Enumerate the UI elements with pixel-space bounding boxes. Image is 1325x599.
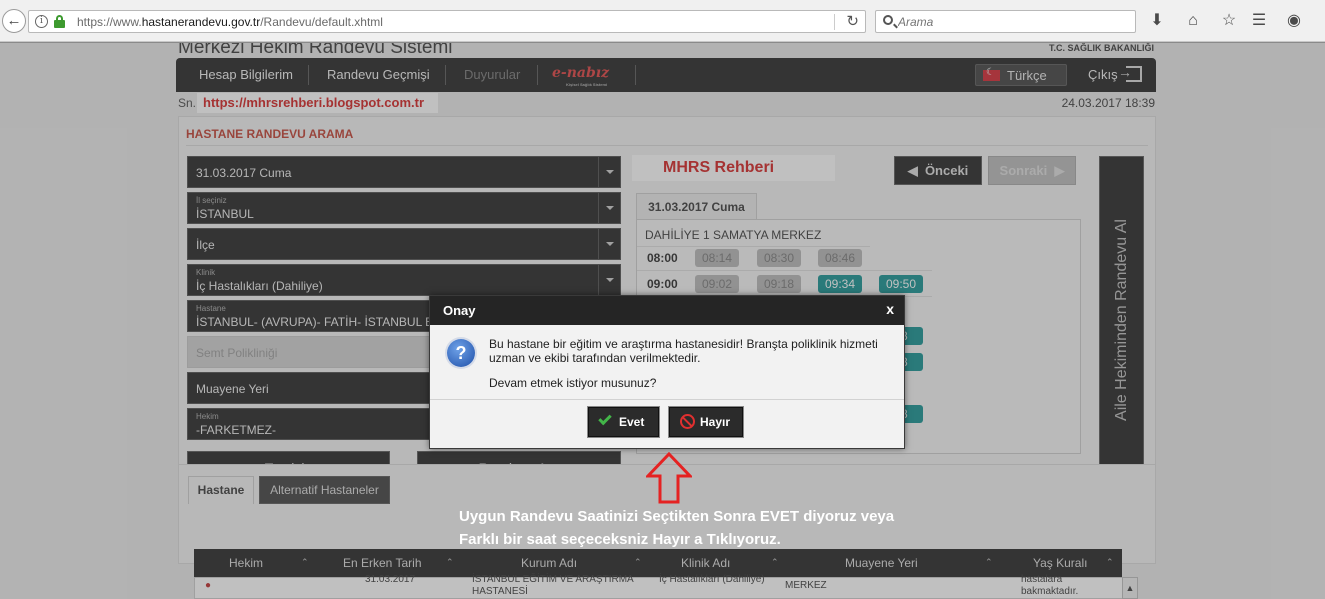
home-icon[interactable]: ⌂ (1183, 11, 1203, 31)
question-icon: ? (447, 339, 475, 367)
search-icon (883, 15, 893, 25)
browser-search-box[interactable] (875, 10, 1136, 33)
reload-icon[interactable]: ↻ (846, 12, 859, 30)
download-icon[interactable]: ⬇ (1147, 11, 1167, 31)
extension-icon[interactable]: ◉ (1284, 11, 1304, 31)
lock-icon[interactable] (54, 15, 65, 28)
cancel-icon (680, 414, 695, 429)
browser-search-input[interactable] (898, 14, 1128, 30)
caption-line-2: Farklı bir saat seçeceksniz Hayır a Tıkl… (459, 531, 781, 548)
browser-toolbar: ← i https://www.hastanerandevu.gov.tr/Ra… (0, 0, 1325, 42)
back-arrow-icon[interactable]: ← (2, 9, 26, 33)
address-bar[interactable]: i https://www.hastanerandevu.gov.tr/Rand… (28, 10, 866, 33)
yes-button[interactable]: Evet (588, 407, 659, 437)
annotation-caption: Uygun Randevu Saatinizi Seçtikten Sonra … (459, 505, 979, 551)
info-icon[interactable]: i (35, 15, 48, 28)
url-text[interactable]: https://www.hastanerandevu.gov.tr/Randev… (77, 15, 383, 29)
close-icon[interactable]: x (886, 301, 894, 317)
dialog-header: Onay x (430, 296, 904, 325)
annotation-arrow-icon (646, 452, 692, 504)
caption-line-1: Uygun Randevu Saatinizi Seçtikten Sonra … (459, 508, 895, 525)
bookmark-star-icon[interactable]: ☆ (1219, 11, 1239, 31)
no-button[interactable]: Hayır (669, 407, 743, 437)
reading-list-icon[interactable]: ☰ (1249, 11, 1269, 31)
check-icon (598, 411, 612, 426)
dialog-title: Onay (443, 303, 476, 318)
dialog-question: Devam etmek istiyor musunuz? (489, 376, 657, 390)
confirm-dialog: Onay x ? Bu hastane bir eğitim ve araştı… (429, 295, 905, 449)
dialog-message: Bu hastane bir eğitim ve araştırma hasta… (489, 337, 878, 365)
